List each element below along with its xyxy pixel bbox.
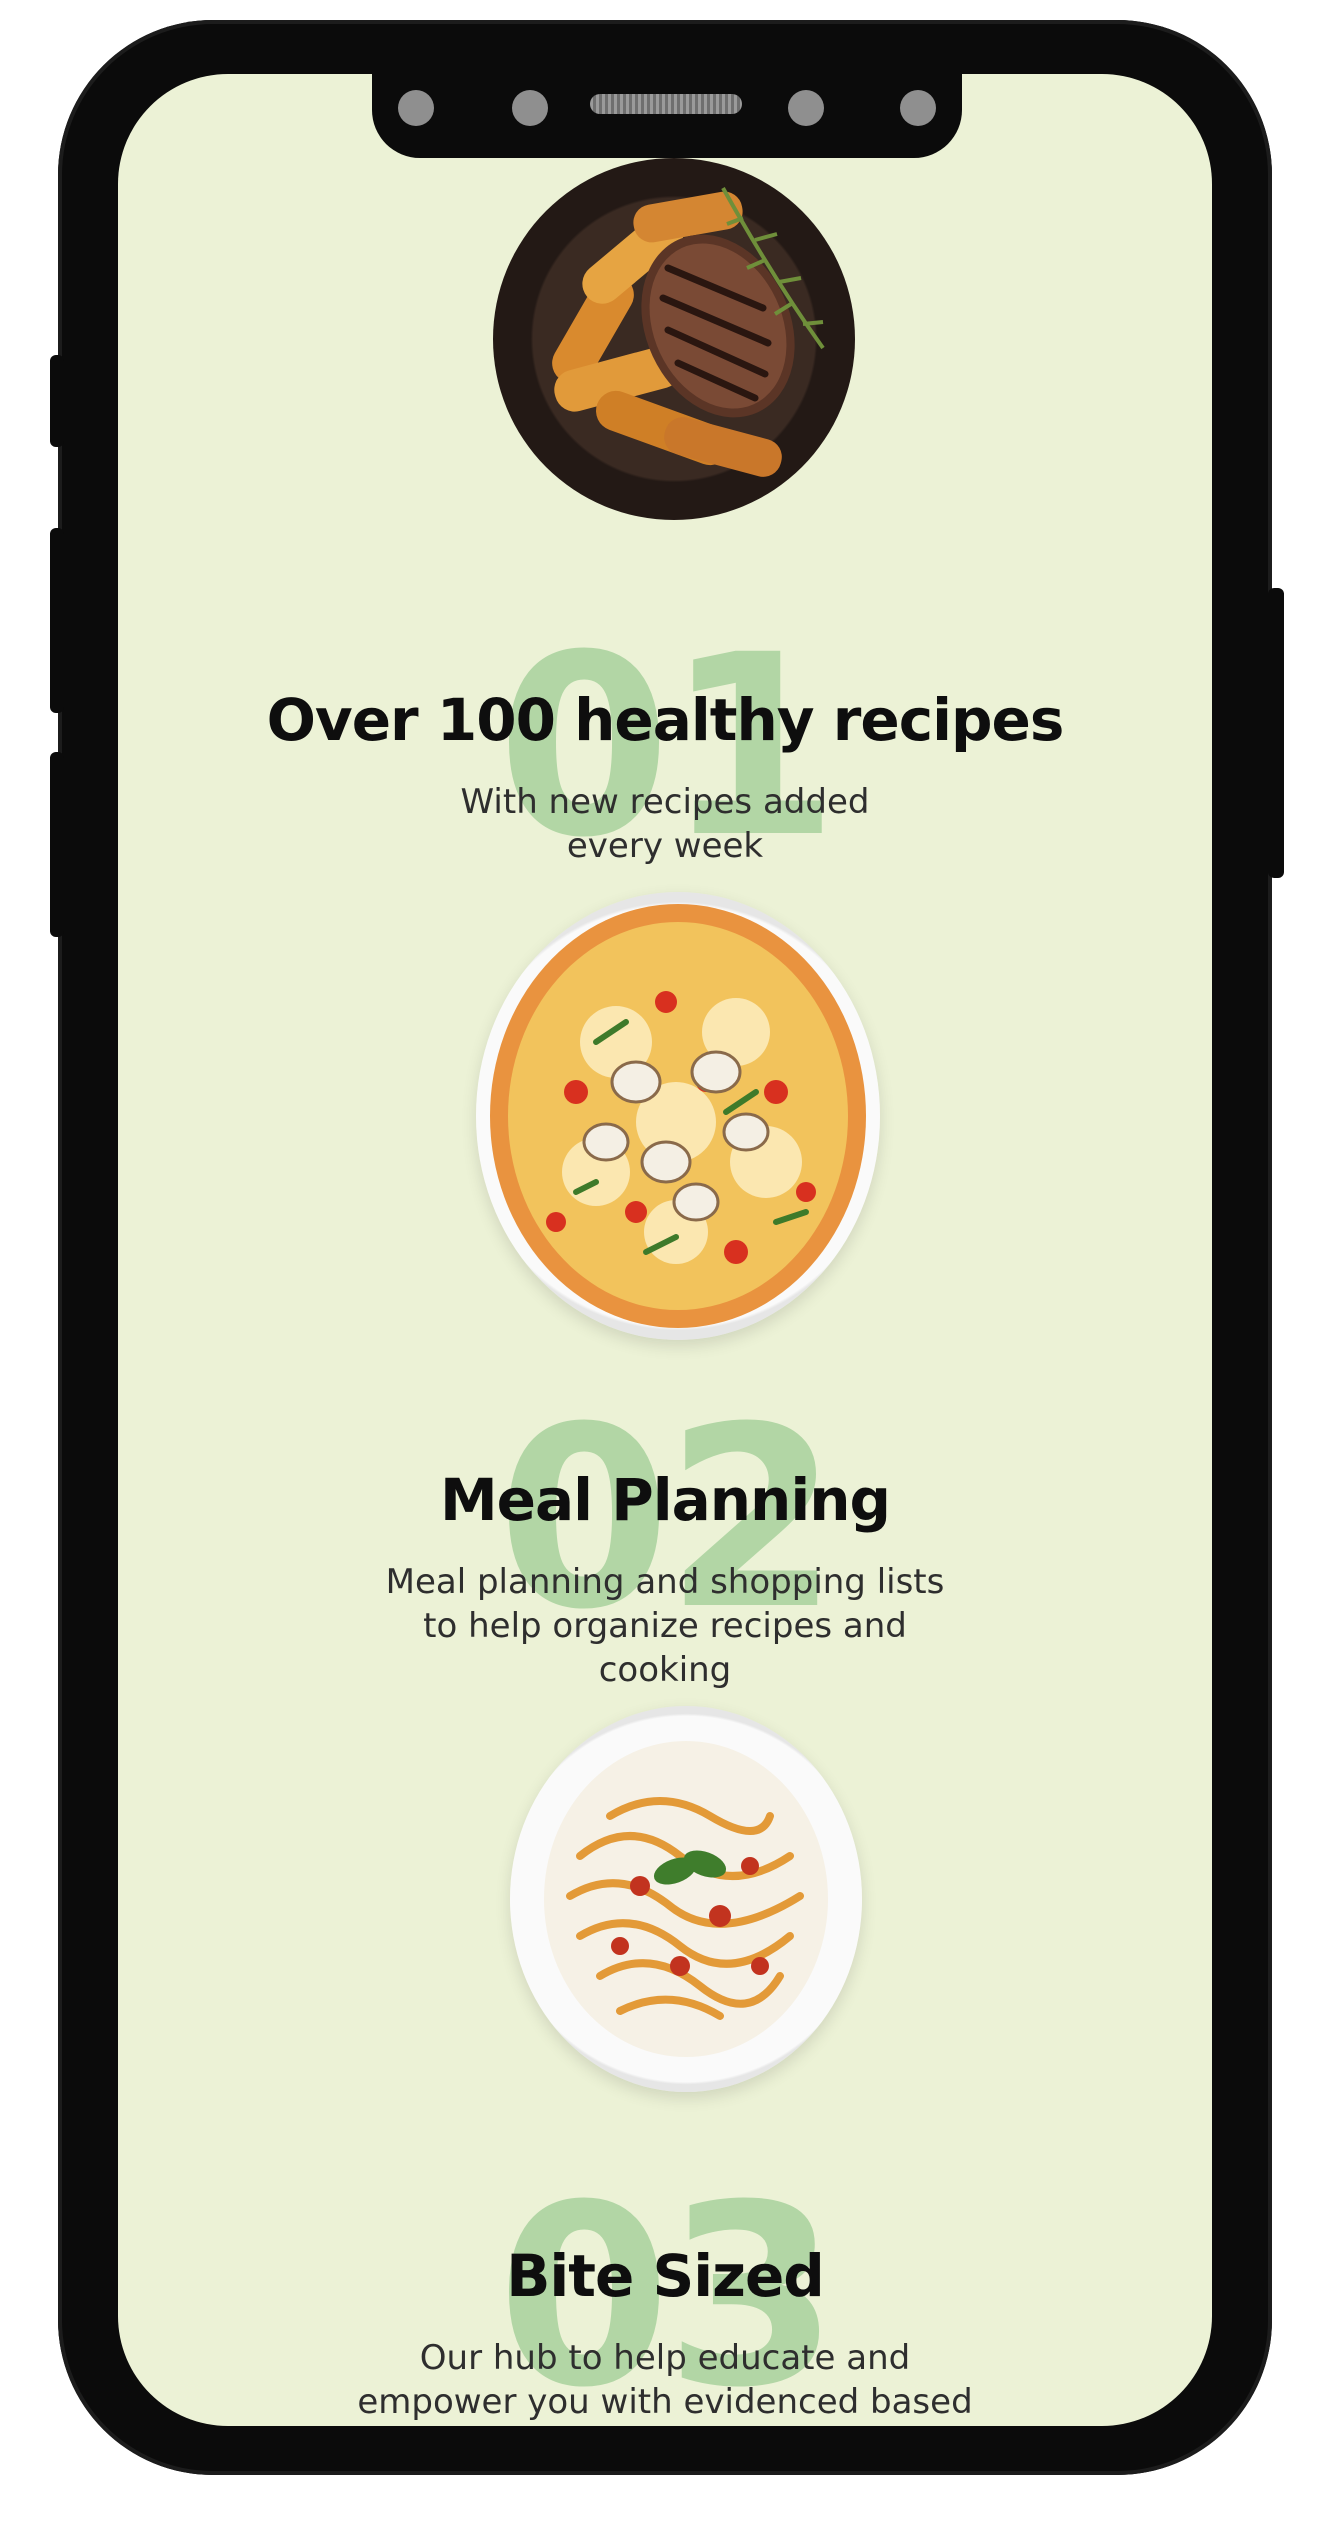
sensor-dot (512, 90, 548, 126)
phone-volume-down-button (50, 752, 64, 937)
feature-title: Bite Sized (506, 2242, 825, 2310)
feature-description: Meal planning and shopping lists to help… (385, 1562, 945, 1690)
feature-title: Meal Planning (439, 1466, 891, 1534)
phone-volume-up-button (50, 528, 64, 713)
feature-description: Our hub to help educate and empower you … (357, 2338, 973, 2422)
earpiece-speaker (590, 94, 742, 114)
feature-title: Over 100 healthy recipes (266, 686, 1065, 754)
pizza-dish-image (476, 892, 880, 1340)
sensor-dot (900, 90, 936, 126)
phone-power-button (1268, 588, 1284, 878)
app-screen[interactable]: 01 Over 100 healthy recipes With new rec… (118, 74, 1212, 2426)
pasta-dish-image (510, 1706, 862, 2092)
phone-mute-switch (50, 355, 64, 447)
front-camera-dot (788, 90, 824, 126)
feature-description: With new recipes added every week (460, 782, 870, 866)
phone-notch (372, 74, 962, 158)
sensor-dot (398, 90, 434, 126)
steak-potatoes-dish-image (493, 158, 855, 520)
